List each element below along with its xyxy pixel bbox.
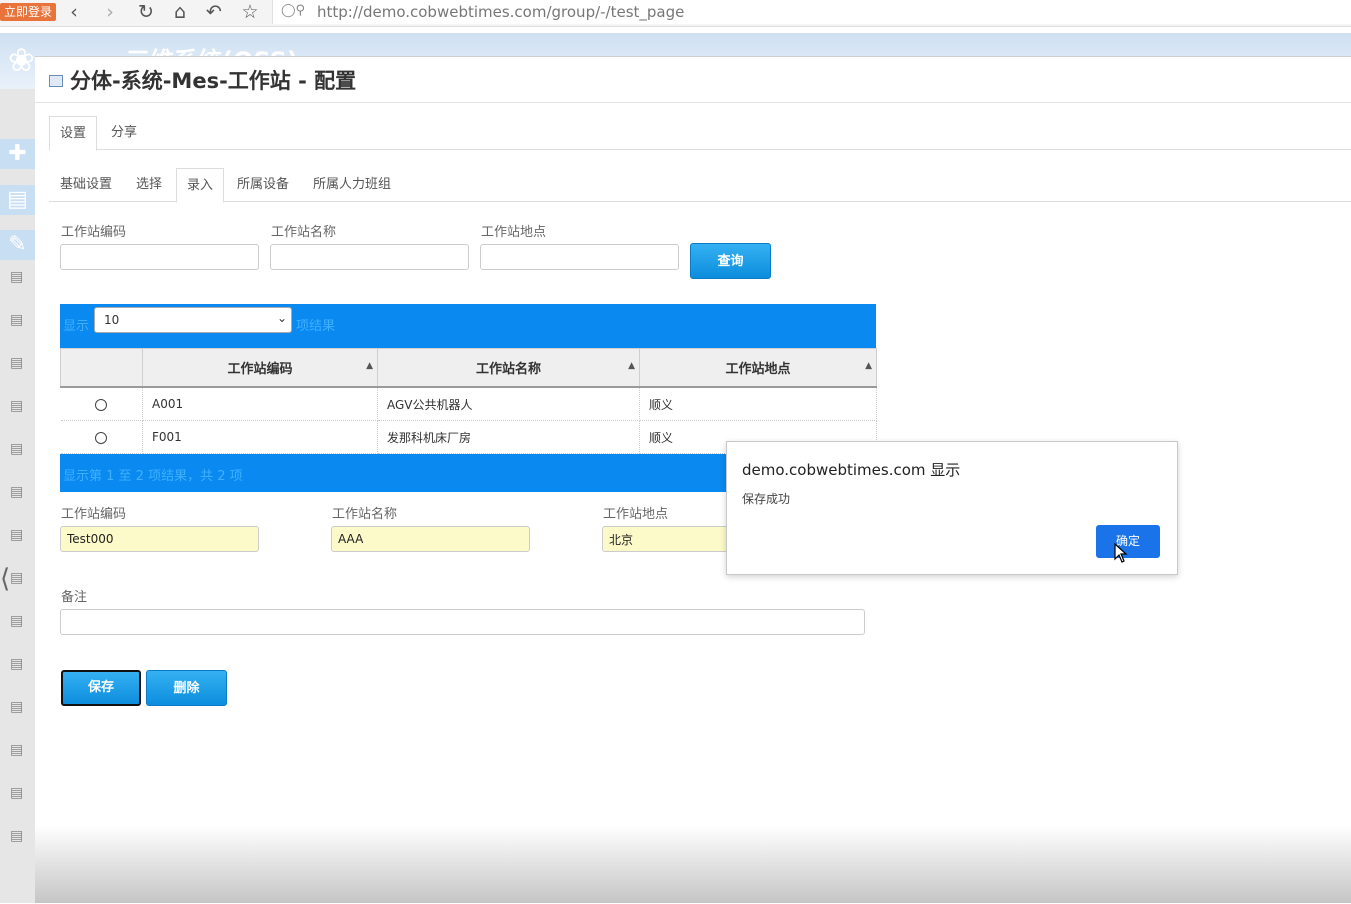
query-button[interactable]: 查询 — [690, 243, 771, 279]
window-icon — [49, 75, 63, 87]
document-icon[interactable]: ▤ — [10, 312, 23, 328]
sort-icon: ▲ — [865, 361, 872, 371]
document-icon[interactable]: ▤ — [10, 828, 23, 844]
column-header-name[interactable]: 工作站名称 ▲ — [377, 348, 640, 388]
name-field[interactable] — [331, 526, 530, 552]
search-name-label: 工作站名称 — [271, 225, 337, 240]
document-icon[interactable]: ▤ — [10, 570, 23, 586]
dialog-message: 保存成功 — [742, 492, 791, 506]
mouse-cursor-icon — [1114, 543, 1128, 563]
column-header-location[interactable]: 工作站地点 ▲ — [639, 348, 877, 388]
document-icon[interactable]: ▤ — [10, 656, 23, 672]
column-header-label: 工作站地点 — [725, 362, 791, 377]
search-location-label: 工作站地点 — [481, 225, 547, 240]
left-sidebar: ✚ ▤ ✎ ▤ ▤ ▤ ▤ ▤ ▤ ▤ ▤ ▤ ▤ ▤ ▤ ▤ ▤ ⟨ — [0, 89, 36, 903]
tab-share[interactable]: 分享 — [99, 116, 149, 149]
row-radio[interactable] — [95, 398, 108, 411]
chevron-down-icon: ⌄ — [276, 311, 287, 325]
edit-icon[interactable]: ✎ — [0, 230, 35, 260]
document-icon[interactable]: ▤ — [10, 785, 23, 801]
tab-workforce-groups[interactable]: 所属人力班组 — [309, 168, 395, 201]
delete-button[interactable]: 删除 — [146, 670, 227, 706]
document-icon[interactable]: ▤ — [10, 699, 23, 715]
grid-length-bar: 显示 10 ⌄ 项结果 — [60, 304, 876, 348]
tab-settings[interactable]: 设置 — [49, 116, 97, 151]
name-label: 工作站名称 — [332, 507, 398, 522]
code-label: 工作站编码 — [61, 507, 127, 522]
row-select-cell — [60, 387, 143, 421]
home-icon[interactable]: ⌂ — [168, 1, 192, 23]
tab-entry[interactable]: 录入 — [176, 168, 224, 203]
location-label: 工作站地点 — [603, 507, 669, 522]
select-column-header — [60, 348, 143, 388]
show-label: 显示 — [63, 319, 90, 334]
address-bar[interactable]: ◯⚲ http://demo.cobwebtimes.com/group/-/t… — [272, 0, 1351, 24]
document-icon[interactable]: ▤ — [10, 398, 23, 414]
main-tabs: 设置 分享 — [49, 116, 1351, 151]
undo-icon[interactable]: ↶ — [202, 1, 226, 23]
tab-basic-settings[interactable]: 基础设置 — [53, 168, 119, 201]
shield-icon: ◯⚲ — [281, 3, 306, 18]
bookmark-star-icon[interactable]: ☆ — [238, 1, 262, 23]
collapse-chevron-icon[interactable]: ⟨ — [0, 564, 10, 594]
grid-info-text: 显示第 1 至 2 项结果，共 2 项 — [63, 469, 243, 484]
workstation-table: 工作站编码 ▲ 工作站名称 ▲ 工作站地点 ▲ A001 AGV公共机器人 顺义 F0… — [60, 348, 877, 454]
document-icon[interactable]: ▤ — [10, 441, 23, 457]
search-code-input[interactable] — [60, 244, 259, 270]
search-location-input[interactable] — [480, 244, 679, 270]
cell-code: F001 — [142, 420, 378, 454]
save-button[interactable]: 保存 — [61, 670, 141, 706]
column-header-label: 工作站名称 — [475, 362, 541, 377]
monitor-icon[interactable]: ▤ — [0, 185, 35, 215]
document-icon[interactable]: ▤ — [10, 742, 23, 758]
table-row[interactable]: A001 AGV公共机器人 顺义 — [60, 387, 877, 421]
reload-icon[interactable]: ↻ — [134, 1, 158, 23]
remark-label: 备注 — [61, 590, 88, 605]
page-size-value: 10 — [104, 313, 120, 327]
alert-dialog: demo.cobwebtimes.com 显示 保存成功 确定 — [726, 441, 1178, 575]
sort-icon: ▲ — [366, 361, 373, 371]
tab-select[interactable]: 选择 — [129, 168, 169, 201]
sort-icon: ▲ — [628, 361, 635, 371]
cell-name: 发那科机床厂房 — [377, 420, 640, 454]
login-badge[interactable]: 立即登录 — [0, 3, 57, 21]
dialog-title: demo.cobwebtimes.com 显示 — [742, 461, 961, 479]
document-icon[interactable]: ▤ — [10, 484, 23, 500]
code-field[interactable] — [60, 526, 259, 552]
ok-button[interactable]: 确定 — [1096, 525, 1160, 558]
page-size-select[interactable]: 10 ⌄ — [94, 307, 292, 333]
add-icon[interactable]: ✚ — [0, 139, 35, 169]
column-header-label: 工作站编码 — [227, 362, 293, 377]
row-radio[interactable] — [95, 431, 108, 444]
sub-tabs: 基础设置 选择 录入 所属设备 所属人力班组 — [49, 168, 1351, 203]
tab-devices[interactable]: 所属设备 — [233, 168, 293, 201]
browser-toolbar: 立即登录 ‹ › ↻ ⌂ ↶ ☆ ◯⚲ http://demo.cobwebti… — [0, 0, 1351, 27]
per-page-label: 项结果 — [296, 319, 336, 334]
column-header-code[interactable]: 工作站编码 ▲ — [142, 348, 378, 388]
search-code-label: 工作站编码 — [61, 225, 127, 240]
document-icon[interactable]: ▤ — [10, 613, 23, 629]
cell-name: AGV公共机器人 — [377, 387, 640, 421]
document-icon[interactable]: ▤ — [10, 527, 23, 543]
search-name-input[interactable] — [270, 244, 469, 270]
app-logo-icon: ❀ — [8, 41, 35, 79]
remark-field[interactable] — [60, 609, 865, 635]
divider — [35, 102, 1351, 103]
cell-code: A001 — [142, 387, 378, 421]
page-title: 分体-系统-Mes-工作站 - 配置 — [70, 69, 357, 93]
forward-icon[interactable]: › — [98, 1, 122, 23]
document-icon[interactable]: ▤ — [10, 355, 23, 371]
row-select-cell — [60, 420, 143, 454]
bottom-fade — [35, 825, 1351, 903]
document-icon[interactable]: ▤ — [10, 269, 23, 285]
back-icon[interactable]: ‹ — [62, 1, 86, 23]
url-text: http://demo.cobwebtimes.com/group/-/test… — [317, 3, 685, 21]
cell-location: 顺义 — [639, 387, 877, 421]
